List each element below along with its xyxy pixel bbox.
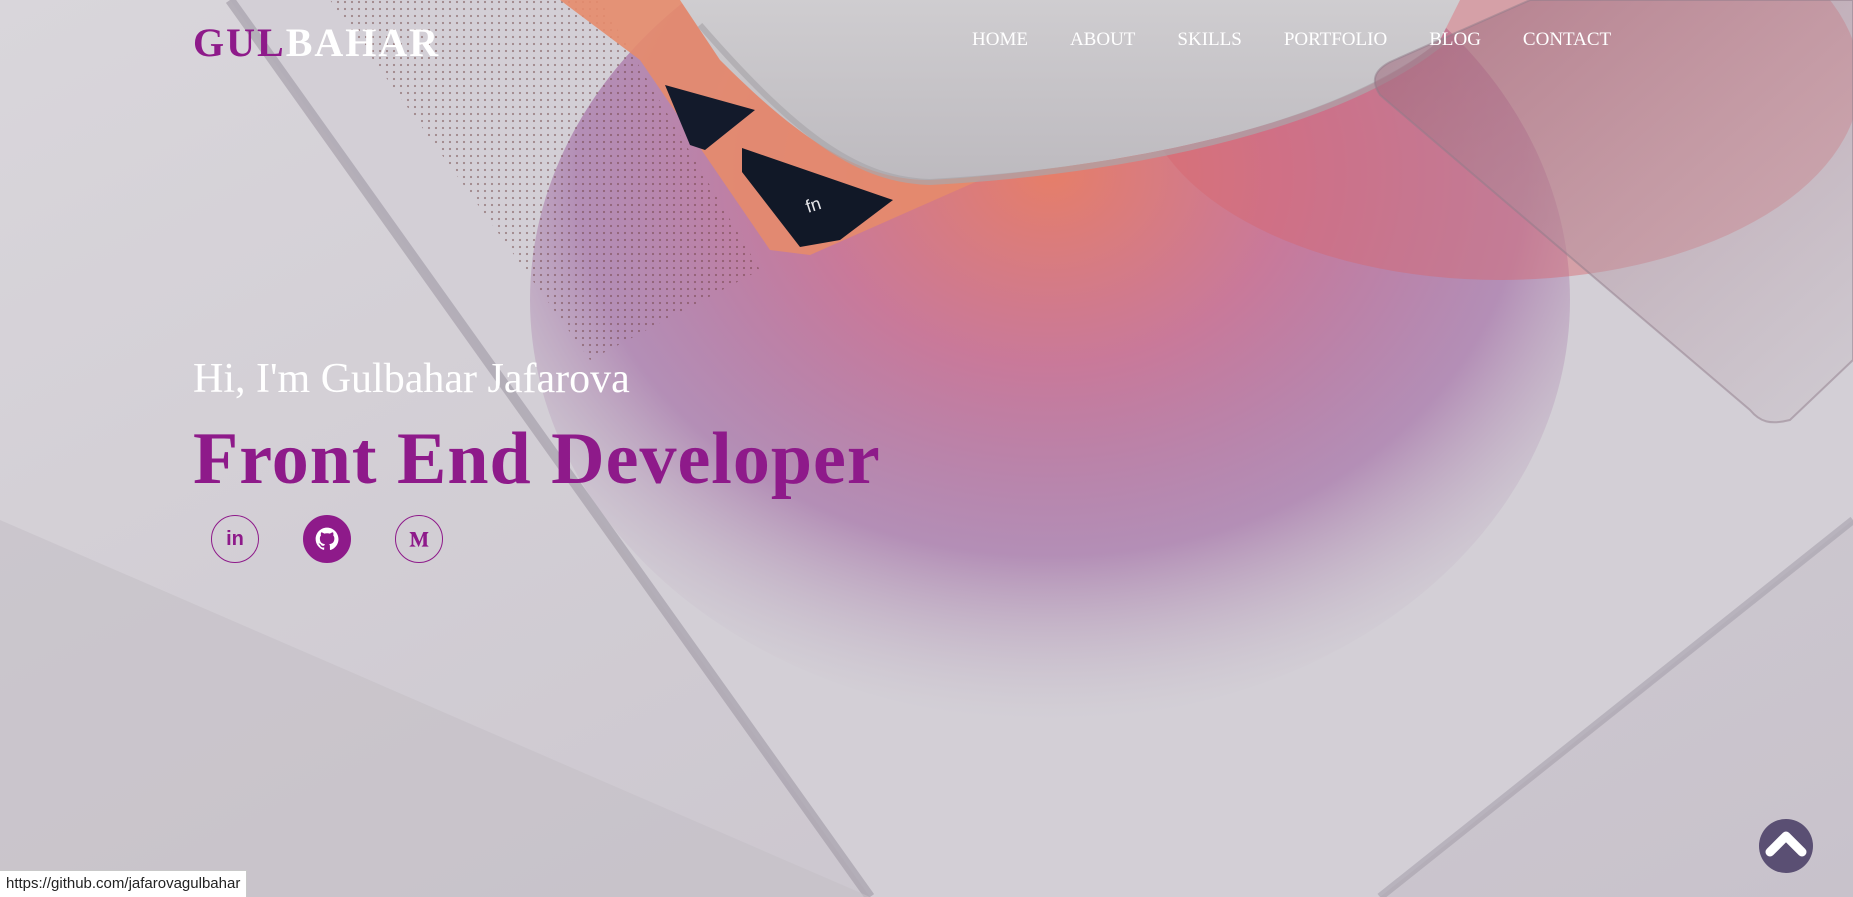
logo-part-a: GUL [193, 20, 286, 65]
nav-portfolio[interactable]: PORTFOLIO [1284, 28, 1387, 52]
chevron-up-icon [1765, 831, 1807, 857]
nav-home[interactable]: HOME [972, 28, 1028, 52]
site-logo[interactable]: GULBAHAR [193, 20, 440, 66]
social-links: in [211, 515, 487, 563]
nav-skills[interactable]: SKILLS [1177, 28, 1241, 52]
nav-about[interactable]: ABOUT [1070, 28, 1135, 52]
nav-blog[interactable]: BLOG [1429, 28, 1481, 52]
status-bar-url: https://github.com/jafarovagulbahar [0, 870, 248, 897]
main-nav: HOME ABOUT SKILLS PORTFOLIO BLOG CONTACT [972, 28, 1611, 52]
page: fn GULBAHAR HOME ABOUT SKILLS PORTFOLIO … [0, 0, 1853, 897]
scroll-to-top-button[interactable] [1759, 819, 1813, 873]
logo-part-b: BAHAR [285, 20, 441, 65]
medium-link[interactable] [395, 515, 443, 563]
github-link[interactable] [303, 515, 351, 563]
github-icon [315, 527, 339, 550]
nav-contact[interactable]: CONTACT [1523, 28, 1611, 52]
linkedin-link[interactable]: in [211, 515, 259, 563]
hero-greeting: Hi, I'm Gulbahar Jafarova [193, 356, 630, 402]
hero-role-title: Front End Developer [193, 418, 881, 500]
linkedin-icon: in [226, 528, 244, 550]
medium-icon [409, 531, 429, 548]
